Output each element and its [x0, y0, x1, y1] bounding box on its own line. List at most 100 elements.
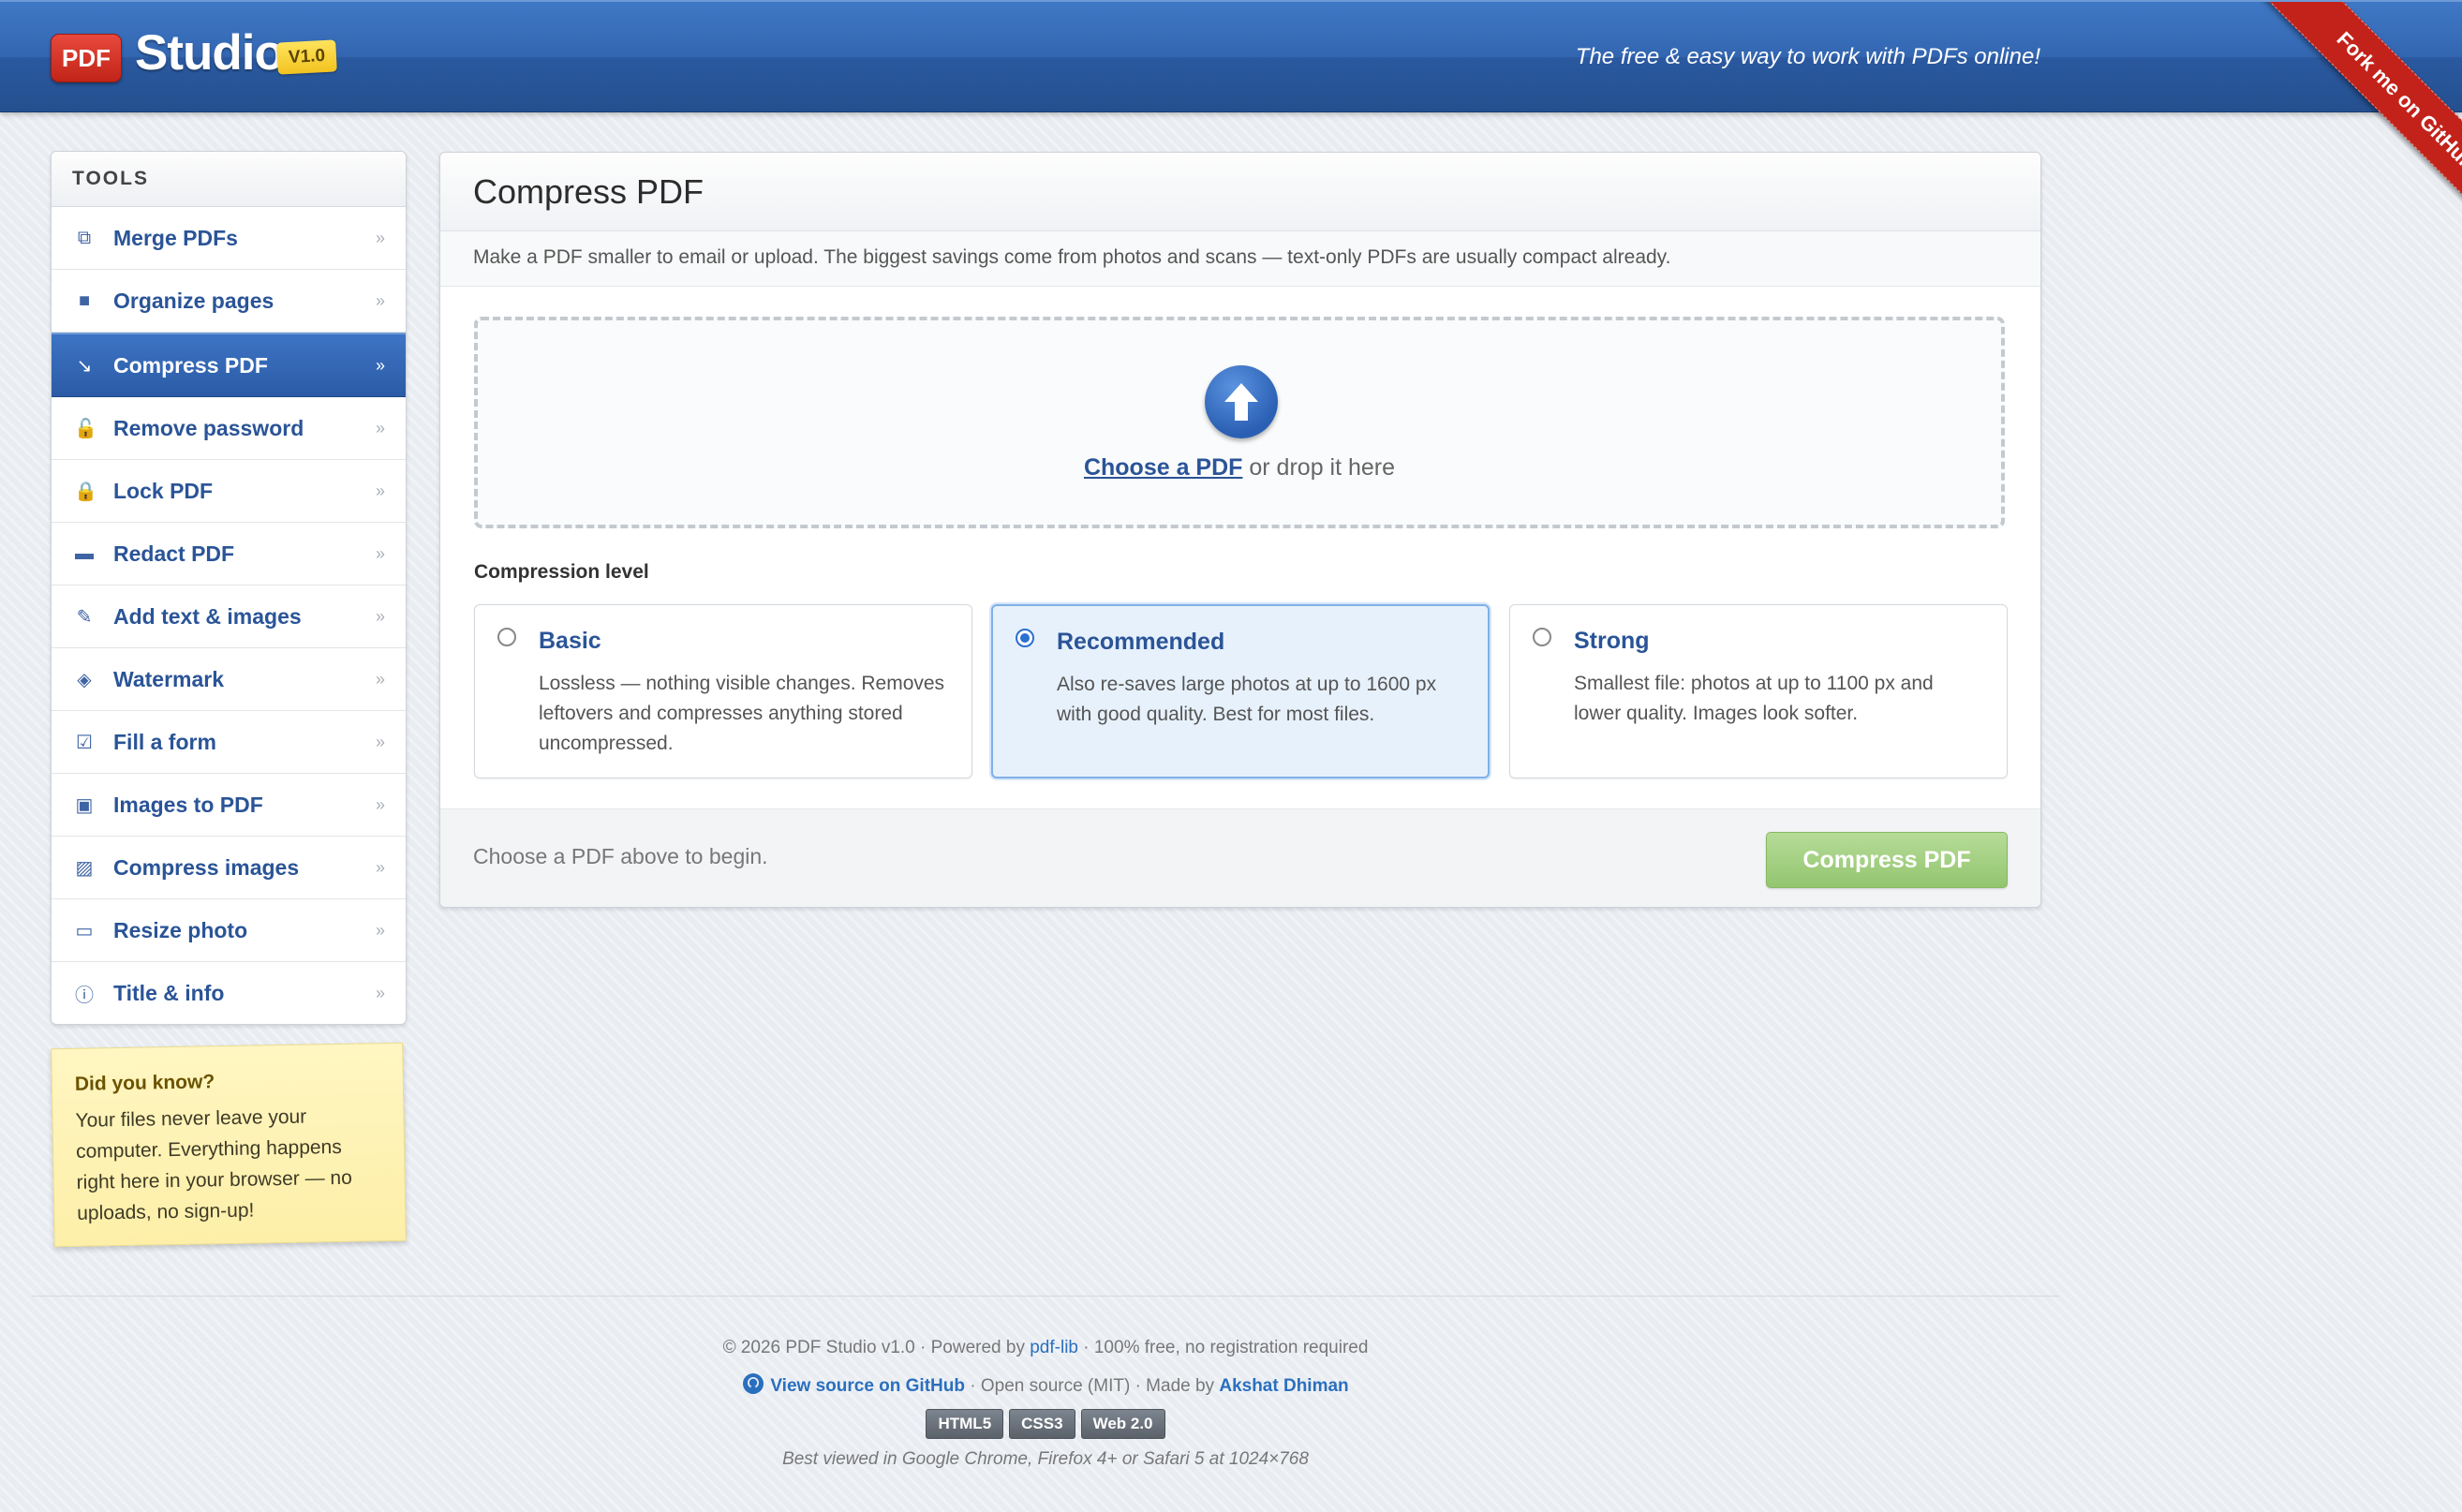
pdf-lib-link[interactable]: pdf-lib: [1030, 1338, 1078, 1357]
sidebar-item-title-and-info[interactable]: ⓘ Title & info »: [52, 962, 406, 1024]
chevron-right-icon: »: [375, 543, 385, 563]
option-recommended-desc: Also re-saves large photos at up to 1600…: [1057, 674, 1437, 725]
chevron-right-icon: »: [375, 669, 385, 689]
compress-pdf-button[interactable]: Compress PDF: [1766, 832, 2008, 888]
sidebar-item-icon: 🔓: [74, 418, 97, 439]
sidebar-list: ⧉ Merge PDFs » ■ Organize pages » ↘ Compress PD…: [52, 207, 406, 1024]
sidebar-item-icon: ▨: [75, 857, 94, 879]
logo-text[interactable]: Studio: [135, 24, 285, 82]
page-title: Compress PDF: [473, 172, 704, 211]
footer-badges: HTML5 CSS3 Web 2.0: [0, 1409, 2091, 1439]
footer-copyright-text: © 2026 PDF Studio v1.0 · Powered by: [722, 1338, 1031, 1357]
sidebar-item-icon: ■: [78, 289, 91, 311]
sidebar-item-images-to-pdf[interactable]: ▣ Images to PDF »: [52, 774, 406, 837]
web20-badge: Web 2.0: [1080, 1409, 1165, 1439]
footer-license-text: · Open source (MIT) · Made by: [964, 1376, 1220, 1396]
option-strong-card[interactable]: Strong Smallest file: photos at up to 11…: [1509, 604, 2008, 778]
tagline: The free & easy way to work with PDFs on…: [1575, 44, 2040, 69]
chevron-right-icon: »: [375, 983, 385, 1002]
panel-header: Compress PDF: [440, 153, 2040, 231]
sidebar-item-icon: 🔒: [74, 481, 97, 502]
sidebar-item-label: Title & info: [113, 980, 225, 1005]
sidebar-item-label: Compress images: [113, 854, 300, 880]
status-text: Choose a PDF above to begin.: [473, 844, 768, 868]
sidebar-item-icon: ⧉: [77, 227, 92, 248]
fork-ribbon-container: Fork me on GitHub: [2218, 2, 2462, 245]
pdf-dropzone[interactable]: Choose a PDF or drop it here: [474, 317, 2005, 528]
footer-source-line: View source on GitHub · Open source (MIT…: [0, 1372, 2091, 1401]
html5-badge: HTML5: [926, 1409, 1004, 1439]
panel-footer: Choose a PDF above to begin. Compress PD…: [440, 808, 2040, 907]
sidebar-item-label: Watermark: [113, 666, 225, 691]
sidebar-title: TOOLS: [52, 152, 406, 207]
chevron-right-icon: »: [375, 418, 385, 437]
chevron-right-icon: »: [375, 481, 385, 500]
footer-divider: [32, 1296, 2059, 1297]
note-title: Did you know?: [74, 1071, 215, 1095]
chevron-right-icon: »: [375, 355, 385, 375]
sidebar-item-remove-password[interactable]: 🔓 Remove password »: [52, 397, 406, 460]
dropzone-suffix: or drop it here: [1242, 454, 1396, 481]
sidebar-item-label: Add text & images: [113, 603, 302, 629]
github-icon[interactable]: [742, 1372, 764, 1401]
top-header: PDF Studio V1.0 The free & easy way to w…: [0, 0, 2462, 245]
logo-badge[interactable]: PDF: [51, 34, 122, 82]
sidebar-item-resize-photo[interactable]: ▭ Resize photo »: [52, 899, 406, 962]
view-source-link[interactable]: View source on GitHub: [770, 1376, 965, 1396]
chevron-right-icon: »: [375, 857, 385, 877]
sidebar-item-icon: ☑: [76, 732, 93, 753]
option-recommended-title: Recommended: [1057, 629, 1225, 655]
option-recommended-card[interactable]: Recommended Also re-saves large photos a…: [991, 604, 1490, 778]
option-basic-card[interactable]: Basic Lossless — nothing visible changes…: [474, 604, 972, 778]
sidebar-item-icon: ▭: [75, 920, 94, 941]
sidebar-item-label: Organize pages: [113, 288, 274, 313]
chevron-right-icon: »: [375, 290, 385, 310]
option-basic-title: Basic: [539, 628, 601, 654]
footer-free-text: · 100% free, no registration required: [1077, 1338, 1369, 1357]
option-recommended-radio[interactable]: [1016, 629, 1034, 647]
option-basic-desc: Lossless — nothing visible changes. Remo…: [539, 673, 945, 754]
choose-pdf-link[interactable]: Choose a PDF: [1084, 454, 1242, 481]
chevron-right-icon: »: [375, 794, 385, 814]
option-strong-radio[interactable]: [1533, 628, 1551, 646]
tools-sidebar: TOOLS ⧉ Merge PDFs » ■ Organize pages » ↘ Compr…: [51, 151, 407, 1025]
compress-panel: Compress PDF Make a PDF smaller to email…: [439, 152, 2041, 908]
sidebar-item-merge-pdfs[interactable]: ⧉ Merge PDFs »: [52, 207, 406, 270]
footer-copyright: © 2026 PDF Studio v1.0 · Powered by pdf-…: [0, 1338, 2091, 1358]
sidebar-item-compress-pdf[interactable]: ↘ Compress PDF »: [52, 333, 406, 397]
footer-best-viewed: Best viewed in Google Chrome, Firefox 4+…: [782, 1449, 1309, 1469]
dropzone-text: Choose a PDF or drop it here: [478, 454, 2001, 482]
sidebar-item-icon: ↘: [76, 355, 93, 377]
sidebar-item-icon: ✎: [76, 606, 93, 628]
author-link[interactable]: Akshat Dhiman: [1219, 1376, 1348, 1396]
sidebar-item-fill-a-form[interactable]: ☑ Fill a form »: [52, 711, 406, 774]
sidebar-item-label: Compress PDF: [113, 352, 268, 378]
sidebar-item-compress-images[interactable]: ▨ Compress images »: [52, 837, 406, 899]
sidebar-item-add-text-and-images[interactable]: ✎ Add text & images »: [52, 586, 406, 648]
upload-arrow-icon[interactable]: [1205, 365, 1278, 438]
sidebar-item-redact-pdf[interactable]: ▬ Redact PDF »: [52, 523, 406, 586]
sidebar-item-label: Redact PDF: [113, 541, 235, 566]
chevron-right-icon: »: [375, 228, 385, 247]
version-badge: V1.0: [276, 39, 337, 75]
sidebar-item-icon: ◈: [77, 669, 92, 690]
did-you-know-note: Did you know? Your files never leave you…: [51, 1042, 407, 1248]
chevron-right-icon: »: [375, 732, 385, 751]
sidebar-item-label: Lock PDF: [113, 478, 214, 503]
chevron-right-icon: »: [375, 920, 385, 940]
option-strong-desc: Smallest file: photos at up to 1100 px a…: [1574, 673, 1934, 724]
fork-me-ribbon-link[interactable]: Fork me on GitHub: [2261, 2, 2462, 245]
sidebar-item-label: Fill a form: [113, 729, 216, 754]
sidebar-item-watermark[interactable]: ◈ Watermark »: [52, 648, 406, 711]
option-basic-radio[interactable]: [497, 628, 516, 646]
sidebar-item-lock-pdf[interactable]: 🔒 Lock PDF »: [52, 460, 406, 523]
sidebar-item-label: Merge PDFs: [113, 225, 238, 250]
option-strong-title: Strong: [1574, 628, 1650, 654]
sidebar-item-label: Images to PDF: [113, 792, 263, 817]
sidebar-item-organize-pages[interactable]: ■ Organize pages »: [52, 270, 406, 333]
note-body: Your files never leave your computer. Ev…: [75, 1105, 352, 1224]
page-description: Make a PDF smaller to email or upload. T…: [473, 246, 1671, 268]
compression-level-label: Compression level: [474, 561, 649, 583]
chevron-right-icon: »: [375, 606, 385, 626]
sidebar-item-label: Resize photo: [113, 917, 248, 942]
